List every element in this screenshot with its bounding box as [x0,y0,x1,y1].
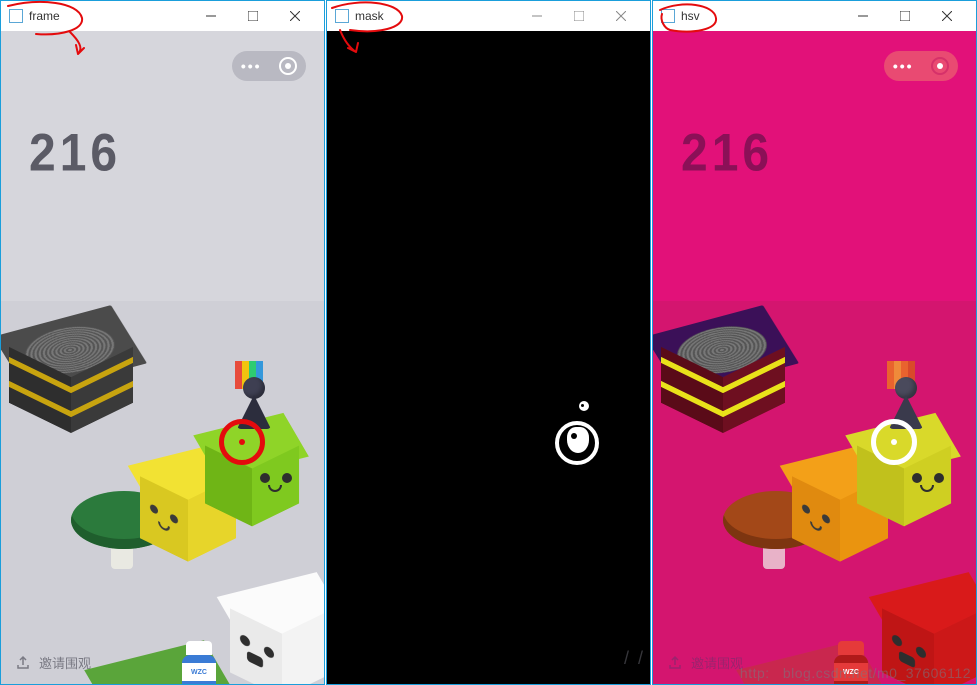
game-scene-frame[interactable]: ••• 216 [1,31,324,684]
capsule-menu[interactable]: ••• [884,51,958,81]
mask-scene [327,31,650,684]
bottle-label: WZC [182,663,216,681]
share-icon [15,655,31,671]
more-icon[interactable]: ••• [241,58,262,74]
mask-pawn [567,427,589,453]
title-text: hsv [681,9,700,23]
game-scene-hsv[interactable]: ••• 216 [653,31,976,684]
invite-label: 邀请围观 [39,653,91,672]
invite-label: 邀请围观 [691,653,743,672]
titlebar-mask[interactable]: mask [327,1,650,31]
frame-content: ••• 216 [1,31,324,684]
app-icon [335,9,349,23]
close-button[interactable] [600,1,642,31]
score-display: 216 [681,123,773,184]
hsv-content: ••• 216 [653,31,976,684]
detection-circle-white [871,419,917,465]
score-display: 216 [29,123,121,184]
watermark-slashes: / / [624,648,645,669]
target-icon[interactable] [931,57,949,75]
minimize-button[interactable] [190,1,232,31]
maximize-button[interactable] [232,1,274,31]
share-icon [667,655,683,671]
invite-button[interactable]: 邀请围观 [15,653,91,672]
window-hsv: hsv ••• 216 [652,0,977,685]
title-text: mask [355,9,384,23]
maximize-button[interactable] [558,1,600,31]
title-text: frame [29,9,60,23]
close-button[interactable] [926,1,968,31]
titlebar-hsv[interactable]: hsv [653,1,976,31]
app-icon [9,9,23,23]
window-frame: frame ••• 216 [0,0,325,685]
minimize-button[interactable] [516,1,558,31]
detection-circle-red [219,419,265,465]
invite-button[interactable]: 邀请围观 [667,653,743,672]
capsule-menu[interactable]: ••• [232,51,306,81]
close-button[interactable] [274,1,316,31]
app-icon [661,9,675,23]
mask-ball [579,401,589,411]
maximize-button[interactable] [884,1,926,31]
mask-content [327,31,650,684]
target-icon[interactable] [279,57,297,75]
more-icon[interactable]: ••• [893,58,914,74]
titlebar-frame[interactable]: frame [1,1,324,31]
watermark: http: blog.csdn.net/m0_37606112 [740,665,971,681]
minimize-button[interactable] [842,1,884,31]
window-mask: mask [326,0,651,685]
bottle-item: WZC [186,641,216,684]
